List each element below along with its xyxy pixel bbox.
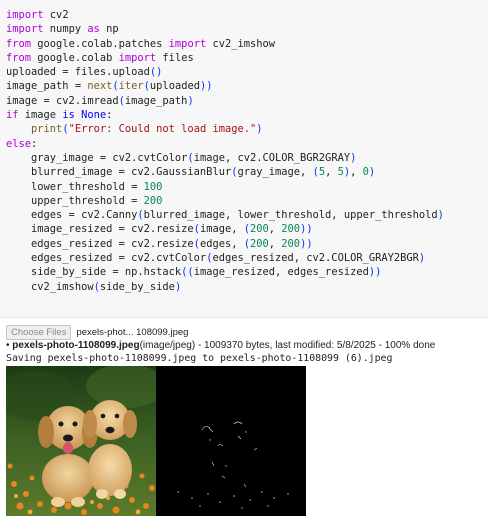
edge-map: [156, 366, 306, 516]
code-line: if image is None:: [6, 109, 113, 122]
code-line: import cv2: [6, 9, 69, 21]
code-line: from google.colab.patches import cv2_ims…: [6, 37, 276, 50]
code-line: print("Error: Could not load image."): [31, 123, 263, 136]
uploaded-file-info: • pexels-photo-1108099.jpeg(image/jpeg) …: [6, 340, 435, 351]
code-line: lower_threshold = 100: [6, 180, 163, 193]
code-line: image = cv2.imread(image_path): [6, 94, 194, 107]
code-line: uploaded = files.upload(): [6, 66, 163, 79]
code-line: edges = cv2.Canny(blurred_image, lower_t…: [6, 209, 444, 222]
code-line: gray_image = cv2.cvtColor(image, cv2.COL…: [6, 151, 357, 164]
cell-output: Choose Files pexels-phot... 108099.jpeg …: [0, 318, 488, 521]
code-line: else:: [6, 137, 38, 150]
code-line: from google.colab import files: [6, 51, 194, 64]
code-line: import numpy as np: [6, 23, 119, 36]
selected-file-name: pexels-phot... 108099.jpeg: [76, 326, 189, 338]
saving-message: Saving pexels-photo-1108099.jpeg to pexe…: [6, 353, 393, 364]
code-line: edges_resized = cv2.resize(edges, (200, …: [6, 237, 313, 250]
original-photo: [6, 366, 166, 516]
code-editor[interactable]: import cv2 import numpy as np from googl…: [6, 8, 444, 294]
code-line: upper_threshold = 200: [6, 194, 163, 207]
code-line: blurred_image = cv2.GaussianBlur(gray_im…: [6, 166, 376, 179]
side-by-side-image: [6, 366, 306, 516]
code-line: cv2_imshow(side_by_side): [6, 280, 182, 293]
code-line: edges_resized = cv2.cvtColor(edges_resiz…: [6, 252, 426, 265]
uploaded-file-meta: (image/jpeg) - 1009370 bytes, last modif…: [139, 340, 436, 351]
code-line: side_by_side = np.hstack((image_resized,…: [6, 266, 382, 279]
uploaded-file-name: pexels-photo-1108099.jpeg: [12, 340, 140, 351]
choose-files-button[interactable]: Choose Files: [6, 324, 72, 340]
upload-widget: Choose Files pexels-phot... 108099.jpeg: [6, 324, 189, 340]
code-line: image_resized = cv2.resize(image, (200, …: [6, 223, 313, 236]
bullet: •: [6, 340, 10, 351]
code-cell[interactable]: import cv2 import numpy as np from googl…: [0, 0, 488, 318]
code-line: image_path = next(iter(uploaded)): [6, 80, 213, 93]
